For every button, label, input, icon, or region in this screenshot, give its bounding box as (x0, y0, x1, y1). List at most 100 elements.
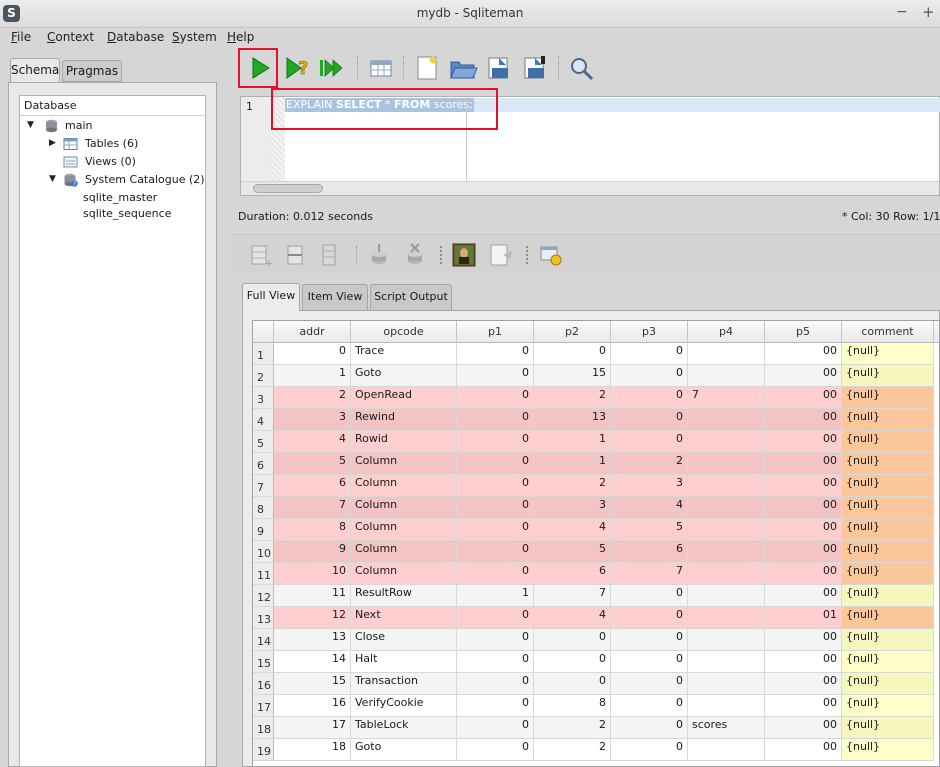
cell-comment[interactable]: {null} (842, 387, 934, 409)
action-icon[interactable] (538, 242, 564, 268)
cell-p1[interactable]: 0 (457, 475, 534, 497)
cell-addr[interactable]: 5 (274, 453, 351, 475)
cell-addr[interactable]: 3 (274, 409, 351, 431)
save-file-icon[interactable] (484, 52, 514, 84)
cell-p4[interactable]: 7 (688, 387, 765, 409)
cell-opcode[interactable]: TableLock (351, 717, 457, 739)
cell-opcode[interactable]: Halt (351, 651, 457, 673)
cell-p4[interactable] (688, 431, 765, 453)
cell-addr[interactable]: 18 (274, 739, 351, 761)
cell-opcode[interactable]: OpenRead (351, 387, 457, 409)
cell-addr[interactable]: 12 (274, 607, 351, 629)
schema-tree[interactable]: Database ▼ main ▶ Tables (6) Views (0) ▼… (19, 95, 206, 767)
cell-p4[interactable] (688, 695, 765, 717)
export-icon[interactable] (488, 242, 514, 268)
cell-comment[interactable]: {null} (842, 475, 934, 497)
cell-p3[interactable]: 0 (611, 585, 688, 607)
table-row[interactable]: 11 10 Column 0 6 7 00 {null} (253, 563, 939, 585)
cell-p5[interactable]: 00 (765, 717, 842, 739)
table-row[interactable]: 9 8 Column 0 4 5 00 {null} (253, 519, 939, 541)
cell-p4[interactable] (688, 585, 765, 607)
cell-comment[interactable]: {null} (842, 409, 934, 431)
cell-p5[interactable]: 00 (765, 343, 842, 365)
cell-opcode[interactable]: Trace (351, 343, 457, 365)
menu-file[interactable]: File (11, 30, 31, 44)
cell-addr[interactable]: 13 (274, 629, 351, 651)
cell-comment[interactable]: {null} (842, 673, 934, 695)
cell-addr[interactable]: 16 (274, 695, 351, 717)
cell-comment[interactable]: {null} (842, 629, 934, 651)
column-header-p1[interactable]: p1 (457, 321, 534, 343)
cell-p4[interactable] (688, 673, 765, 695)
cell-p1[interactable]: 0 (457, 519, 534, 541)
cell-p5[interactable]: 00 (765, 409, 842, 431)
cell-p5[interactable]: 01 (765, 607, 842, 629)
table-row[interactable]: 5 4 Rowid 0 1 0 00 {null} (253, 431, 939, 453)
cell-p4[interactable] (688, 519, 765, 541)
pane-splitter[interactable] (224, 48, 232, 767)
column-header-addr[interactable]: addr (274, 321, 351, 343)
menu-help[interactable]: Help (227, 30, 254, 44)
cell-p3[interactable]: 4 (611, 497, 688, 519)
cell-addr[interactable]: 10 (274, 563, 351, 585)
table-row[interactable]: 6 5 Column 0 1 2 00 {null} (253, 453, 939, 475)
cell-opcode[interactable]: Column (351, 519, 457, 541)
cell-opcode[interactable]: Goto (351, 739, 457, 761)
results-grid[interactable]: addr opcode p1 p2 p3 p4 p5 comment 1 0 Tra… (252, 320, 940, 767)
cell-p4[interactable] (688, 541, 765, 563)
cell-p2[interactable]: 5 (534, 541, 611, 563)
cell-comment[interactable]: {null} (842, 431, 934, 453)
table-row[interactable]: 16 15 Transaction 0 0 0 00 {null} (253, 673, 939, 695)
cell-p4[interactable] (688, 475, 765, 497)
cell-p5[interactable]: 00 (765, 651, 842, 673)
cell-p1[interactable]: 0 (457, 695, 534, 717)
cell-addr[interactable]: 11 (274, 585, 351, 607)
cell-p3[interactable]: 3 (611, 475, 688, 497)
column-header-p3[interactable]: p3 (611, 321, 688, 343)
maximize-button[interactable]: + (922, 3, 935, 21)
tree-item-sqlite-master[interactable]: sqlite_master (20, 190, 205, 207)
table-row[interactable]: 1 0 Trace 0 0 0 00 {null} (253, 343, 939, 365)
tables-icon[interactable] (366, 52, 396, 84)
cell-p1[interactable]: 0 (457, 387, 534, 409)
editor-horizontal-scrollbar[interactable] (241, 181, 939, 195)
cell-opcode[interactable]: ResultRow (351, 585, 457, 607)
cell-p2[interactable]: 6 (534, 563, 611, 585)
table-row[interactable]: 8 7 Column 0 3 4 00 {null} (253, 497, 939, 519)
table-row[interactable]: 10 9 Column 0 5 6 00 {null} (253, 541, 939, 563)
tree-item-tables[interactable]: ▶ Tables (6) (20, 136, 205, 153)
cell-p2[interactable]: 1 (534, 431, 611, 453)
cell-opcode[interactable]: Next (351, 607, 457, 629)
tab-schema[interactable]: Schema (10, 58, 60, 82)
cell-addr[interactable]: 8 (274, 519, 351, 541)
expand-arrow-icon[interactable]: ▼ (27, 120, 34, 130)
cell-p1[interactable]: 0 (457, 343, 534, 365)
table-row[interactable]: 13 12 Next 0 4 0 01 {null} (253, 607, 939, 629)
cell-addr[interactable]: 0 (274, 343, 351, 365)
cell-p2[interactable]: 2 (534, 739, 611, 761)
cell-p3[interactable]: 0 (611, 431, 688, 453)
cell-comment[interactable]: {null} (842, 343, 934, 365)
cell-opcode[interactable]: Close (351, 629, 457, 651)
cell-comment[interactable]: {null} (842, 695, 934, 717)
cell-p4[interactable] (688, 739, 765, 761)
cell-opcode[interactable]: Transaction (351, 673, 457, 695)
cell-comment[interactable]: {null} (842, 607, 934, 629)
cell-p2[interactable]: 0 (534, 651, 611, 673)
cell-addr[interactable]: 2 (274, 387, 351, 409)
cell-p4[interactable] (688, 343, 765, 365)
cell-p3[interactable]: 0 (611, 365, 688, 387)
table-row[interactable]: 7 6 Column 0 2 3 00 {null} (253, 475, 939, 497)
insert-row-icon[interactable]: + (248, 242, 274, 268)
cell-p5[interactable]: 00 (765, 497, 842, 519)
cell-p1[interactable]: 0 (457, 607, 534, 629)
cell-comment[interactable]: {null} (842, 739, 934, 761)
column-header-p5[interactable]: p5 (765, 321, 842, 343)
tree-item-sqlite-sequence[interactable]: sqlite_sequence (20, 206, 205, 223)
cell-comment[interactable]: {null} (842, 651, 934, 673)
cell-p2[interactable]: 1 (534, 453, 611, 475)
column-header-p2[interactable]: p2 (534, 321, 611, 343)
cell-addr[interactable]: 4 (274, 431, 351, 453)
cell-opcode[interactable]: Rowid (351, 431, 457, 453)
cell-p3[interactable]: 0 (611, 343, 688, 365)
